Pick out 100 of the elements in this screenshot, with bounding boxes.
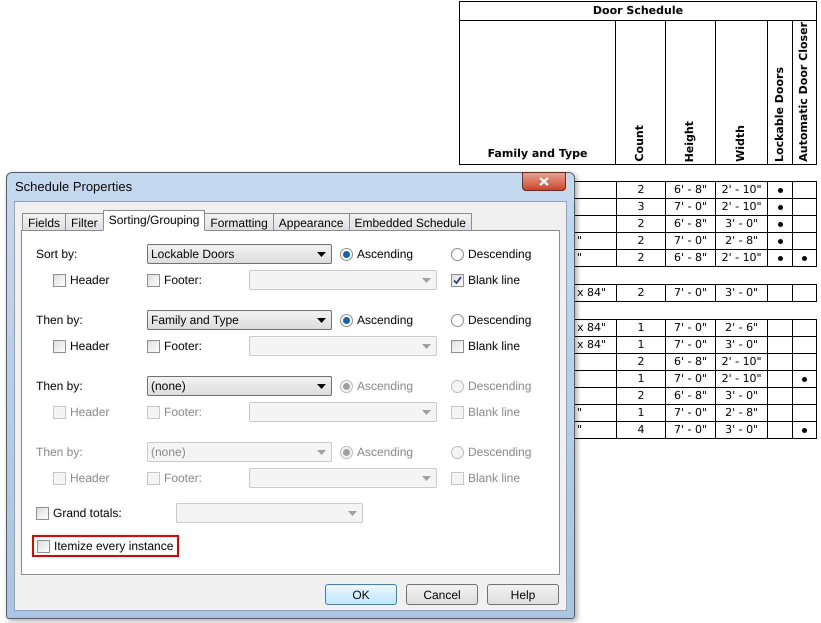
checkbox-label: Header xyxy=(70,470,110,487)
field-label: Sort by: xyxy=(36,246,78,263)
checkbox-label: Blank line xyxy=(468,272,520,289)
table-cell-text: 3' - 0" xyxy=(725,422,758,438)
table-cell-text: " xyxy=(577,232,582,249)
table-cell-text: 3 xyxy=(637,198,644,215)
table-cell-text: 6' - 8" xyxy=(674,216,708,232)
checkbox-label: Footer: xyxy=(164,338,202,355)
dropdown[interactable]: Family and Type xyxy=(147,310,332,330)
table-cell-text: 2' - 8" xyxy=(725,404,758,421)
radio-label: Descending xyxy=(468,312,532,329)
table-cell-text: " xyxy=(577,404,582,421)
caret-icon xyxy=(317,318,326,322)
tab[interactable]: Formatting xyxy=(204,213,274,231)
table-cell-text: 7' - 0" xyxy=(674,404,708,421)
table-cell-text: 7' - 0" xyxy=(674,370,708,387)
radio-label: Ascending xyxy=(357,444,414,461)
radio-label: Descending xyxy=(468,444,532,461)
radio-label: Descending xyxy=(468,378,532,395)
table-cell-text: 7' - 0" xyxy=(674,336,708,353)
tab[interactable]: Fields xyxy=(22,213,66,231)
schedule-title: Door Schedule xyxy=(459,1,817,21)
caret-icon xyxy=(317,384,326,388)
radio-button[interactable] xyxy=(340,314,353,326)
table-cell-text: 4 xyxy=(637,422,644,438)
close-button[interactable] xyxy=(522,172,566,191)
table-cell-text: 1 xyxy=(637,336,644,353)
field-label: Then by: xyxy=(36,378,84,395)
table-cell-text: 2 xyxy=(637,216,644,232)
caret-icon xyxy=(422,410,431,414)
column-header: Height xyxy=(682,120,697,162)
column-header: Lockable Doors xyxy=(772,67,787,162)
checkbox-label: Blank line xyxy=(468,338,520,355)
checkbox[interactable] xyxy=(37,540,50,552)
checkbox[interactable] xyxy=(53,274,66,286)
checkbox[interactable] xyxy=(36,506,49,520)
table-cell-text: 7' - 0" xyxy=(674,232,708,249)
radio-button[interactable] xyxy=(340,248,353,260)
table-cell-text: 6' - 8" xyxy=(674,354,708,370)
checkbox[interactable] xyxy=(451,274,464,286)
checkbox-label: Header xyxy=(70,338,110,355)
table-cell-text: 7' - 0" xyxy=(674,422,708,438)
table-cell-text: 2' - 10" xyxy=(722,250,762,266)
table-cell-text: 6' - 8" xyxy=(674,250,708,266)
radio-button[interactable] xyxy=(451,248,464,260)
table-cell-text: 2 xyxy=(637,354,644,370)
radio-label: Ascending xyxy=(357,312,414,329)
tab[interactable]: Appearance xyxy=(272,213,350,231)
radio-button[interactable] xyxy=(451,380,464,392)
table-cell-text: 2' - 8" xyxy=(725,232,758,249)
table-cell-text: 1 xyxy=(637,404,644,421)
caret-icon xyxy=(422,278,431,282)
tab[interactable]: Sorting/Grouping xyxy=(102,210,206,231)
checkbox-label: Header xyxy=(70,272,110,289)
table-cell-text: 2' - 10" xyxy=(722,198,762,215)
table-cell-text: 6' - 8" xyxy=(674,388,708,404)
checkbox[interactable] xyxy=(451,340,464,352)
dropdown[interactable] xyxy=(249,336,437,356)
close-icon xyxy=(539,177,549,186)
radio-label: Ascending xyxy=(357,378,414,395)
table-cell-text: 2 xyxy=(637,284,644,301)
checkbox-label: Header xyxy=(70,404,110,421)
radio-button[interactable] xyxy=(451,446,464,458)
dialog-button[interactable]: Help xyxy=(487,584,559,605)
dialog-button[interactable]: OK xyxy=(325,584,397,605)
table-cell-text: 3' - 0" xyxy=(725,336,758,353)
table-cell-text: 2 xyxy=(637,232,644,249)
table-cell-text: 6' - 8" xyxy=(674,182,708,198)
table-cell-text: 2' - 6" xyxy=(725,320,758,336)
table-cell-text: " xyxy=(577,422,582,438)
dialog-button[interactable]: Cancel xyxy=(406,584,478,605)
checkbox-label: Blank line xyxy=(468,470,520,487)
tab[interactable]: Filter xyxy=(65,213,104,231)
dropdown[interactable] xyxy=(249,270,437,290)
table-cell-text: 7' - 0" xyxy=(674,284,708,301)
caret-icon xyxy=(348,510,357,516)
checkbox-label: Blank line xyxy=(468,404,520,421)
radio-button[interactable] xyxy=(340,446,353,458)
checkbox[interactable] xyxy=(53,340,66,352)
table-cell-text: 7' - 0" xyxy=(674,320,708,336)
dropdown[interactable] xyxy=(176,503,363,523)
checkbox[interactable] xyxy=(147,274,160,286)
dropdown[interactable]: Lockable Doors xyxy=(147,244,332,264)
table-cell-text: " xyxy=(577,250,582,266)
table-cell-text: 1 xyxy=(637,370,644,387)
checkbox[interactable] xyxy=(147,340,160,352)
table-cell-text: 3' - 0" xyxy=(725,216,758,232)
checkbox-label: Footer: xyxy=(164,272,202,289)
radio-button[interactable] xyxy=(451,314,464,326)
table-cell-text: 1 xyxy=(637,320,644,336)
table-cell-text: 2' - 10" xyxy=(722,370,762,387)
window-title: Schedule Properties xyxy=(14,178,132,196)
tab[interactable]: Embedded Schedule xyxy=(348,213,472,231)
caret-icon xyxy=(422,344,431,348)
checkbox-label: Footer: xyxy=(164,404,202,421)
column-header: Family and Type xyxy=(488,146,588,162)
radio-button[interactable] xyxy=(340,380,353,392)
column-header: Count xyxy=(632,125,648,162)
dropdown[interactable]: (none) xyxy=(147,376,332,396)
checkbox-label: Footer: xyxy=(164,470,202,487)
